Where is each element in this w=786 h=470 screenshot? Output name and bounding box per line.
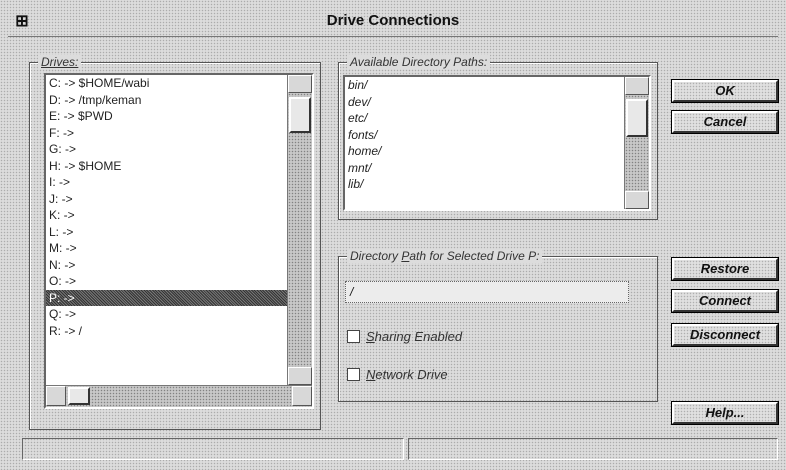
status-bar-right	[408, 438, 778, 460]
drive-list-item[interactable]: C: -> $HOME/wabi	[46, 75, 312, 92]
paths-list[interactable]: bin/dev/etc/fonts/home/mnt/lib/	[343, 75, 651, 211]
scroll-right-button[interactable]	[292, 386, 312, 406]
drive-list-item[interactable]: G: ->	[46, 141, 312, 158]
paths-label: Available Directory Paths:	[347, 55, 491, 69]
window-title: Drive Connections	[326, 12, 460, 29]
checkbox-box[interactable]	[347, 368, 360, 381]
cancel-button[interactable]: Cancel	[671, 110, 779, 134]
scroll-up-button[interactable]	[288, 75, 312, 93]
path-list-item[interactable]: bin/	[345, 77, 649, 94]
ok-button[interactable]: OK	[671, 79, 779, 103]
path-list-item[interactable]: etc/	[345, 110, 649, 127]
restore-button[interactable]: Restore	[671, 257, 779, 281]
scroll-down-button[interactable]	[625, 191, 649, 209]
drive-list-item[interactable]: I: ->	[46, 174, 312, 191]
status-bar-left	[22, 438, 404, 460]
network-drive-checkbox[interactable]: Network Drive	[347, 367, 448, 382]
paths-vertical-scrollbar[interactable]	[624, 77, 649, 209]
drives-vertical-scrollbar[interactable]	[287, 75, 312, 385]
title-divider	[8, 36, 778, 37]
drive-list-item[interactable]: D: -> /tmp/keman	[46, 92, 312, 109]
scroll-left-button[interactable]	[46, 386, 66, 406]
path-list-item[interactable]: lib/	[345, 176, 649, 193]
help-button[interactable]: Help...	[671, 401, 779, 425]
connect-button[interactable]: Connect	[671, 289, 779, 313]
drive-list-item[interactable]: P: ->	[46, 289, 312, 306]
drives-list[interactable]: C: -> $HOME/wabi D: -> /tmp/keman E: -> $P…	[44, 73, 314, 409]
path-list-item[interactable]: home/	[345, 143, 649, 160]
drives-group: Drives: C: -> $HOME/wabi D: -> /tmp/keman…	[29, 55, 321, 430]
drive-list-item[interactable]: M: ->	[46, 240, 312, 257]
drives-items: C: -> $HOME/wabi D: -> /tmp/keman E: -> $P…	[46, 75, 312, 339]
selected-drive-label: Directory Path for Selected Drive P:	[347, 249, 543, 263]
drive-list-item[interactable]: O: ->	[46, 273, 312, 290]
drive-list-item[interactable]: F: ->	[46, 125, 312, 142]
path-list-item[interactable]: mnt/	[345, 160, 649, 177]
horizontal-scroll-thumb[interactable]	[68, 387, 90, 405]
scroll-thumb[interactable]	[289, 97, 311, 133]
drives-horizontal-scrollbar[interactable]	[46, 385, 312, 407]
drive-list-item[interactable]: N: ->	[46, 257, 312, 274]
drive-list-item[interactable]: R: -> /	[46, 323, 312, 340]
drive-list-item[interactable]: K: ->	[46, 207, 312, 224]
scroll-thumb[interactable]	[626, 99, 648, 137]
path-list-item[interactable]: dev/	[345, 94, 649, 111]
path-list-item[interactable]: fonts/	[345, 127, 649, 144]
drives-label: Drives:	[38, 55, 82, 69]
paths-items: bin/dev/etc/fonts/home/mnt/lib/	[345, 77, 649, 193]
scroll-down-button[interactable]	[288, 367, 312, 385]
drive-list-item[interactable]: Q: ->	[46, 306, 312, 323]
drive-list-item[interactable]: J: ->	[46, 191, 312, 208]
scroll-up-button[interactable]	[625, 77, 649, 95]
drive-list-item[interactable]: E: -> $PWD	[46, 108, 312, 125]
paths-group: Available Directory Paths: bin/dev/etc/f…	[338, 55, 658, 220]
selected-drive-group: Directory Path for Selected Drive P: / S…	[338, 249, 658, 402]
disconnect-button[interactable]: Disconnect	[671, 323, 779, 347]
drive-list-item[interactable]: L: ->	[46, 224, 312, 241]
checkbox-box[interactable]	[347, 330, 360, 343]
sharing-enabled-checkbox[interactable]: Sharing Enabled	[347, 329, 462, 344]
directory-path-input[interactable]: /	[345, 281, 629, 303]
drive-list-item[interactable]: H: -> $HOME	[46, 158, 312, 175]
